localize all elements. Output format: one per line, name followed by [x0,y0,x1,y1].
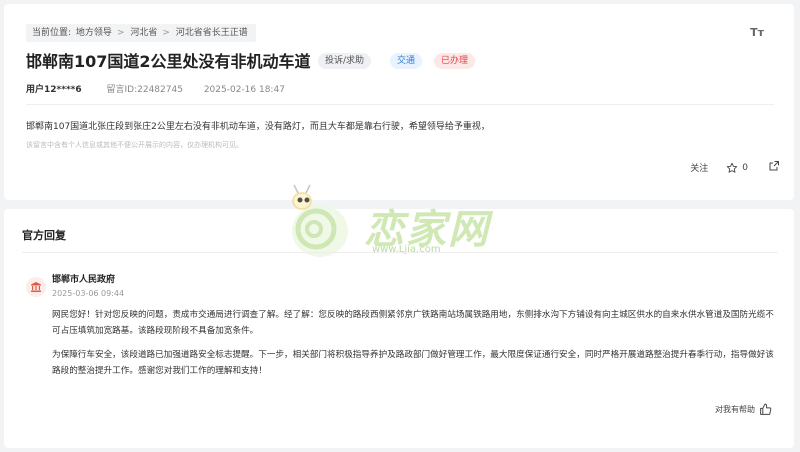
divider [22,252,778,253]
font-size-icon[interactable]: Tт [750,26,764,39]
reply-organization: 邯郸市人民政府 [52,275,116,285]
helpful-label: 对我有帮助 [715,405,755,414]
avatar [26,277,46,297]
divider [26,104,774,105]
reply-timestamp: 2025-03-06 09:44 [52,289,125,298]
share-button[interactable] [768,160,780,175]
government-icon [31,282,41,292]
message-id: 留言ID:22482745 [106,85,183,95]
post-meta: 用户12****6 留言ID:22482745 2025-02-16 18:47 [26,82,285,95]
section-title-official-reply: 官方回复 [22,229,66,242]
breadcrumb-item-governor[interactable]: 河北省省长王正谱 [176,28,248,38]
share-icon [769,161,779,171]
like-count: 0 [742,162,748,173]
breadcrumb: 当前位置: 地方领导 > 河北省 > 河北省省长王正谱 [26,24,256,42]
breadcrumb-label: 当前位置: [32,28,72,38]
privacy-notice: 该留言中含有个人信息或其他不便公开展示的内容，仅办理机构可见。 [26,141,243,149]
post-actions: 关注 0 [690,160,780,175]
reply-paragraph: 为保障行车安全，该段道路已加强道路安全标志提醒。下一步，相关部门将积极指导养护及… [52,350,774,376]
tag-type: 投诉/求助 [318,53,372,69]
like-button[interactable]: 0 [726,162,748,174]
breadcrumb-item-local-leaders[interactable]: 地方领导 [76,28,112,38]
post-user: 用户12****6 [26,85,82,95]
breadcrumb-item-hebei[interactable]: 河北省 [130,28,157,38]
watermark-url: www.Ljia.com [372,244,441,255]
breadcrumb-separator: > [162,28,170,38]
helpful-button[interactable]: 对我有帮助 [715,403,772,416]
tag-category: 交通 [390,53,423,69]
status-badge: 已办理 [434,53,476,69]
post-timestamp: 2025-02-16 18:47 [203,85,285,95]
follow-button[interactable]: 关注 [690,161,708,174]
thumbs-up-icon [760,403,772,415]
reply-paragraph: 网民您好！针对您反映的问题，责成市交通局进行调查了解。经了解：您反映的路段西侧紧… [52,310,774,336]
breadcrumb-separator: > [116,28,125,38]
star-icon [727,162,738,173]
post-content: 邯郸南107国道北张庄段到张庄2公里左右没有非机动车道，没有路灯，而且大车都是靠… [26,122,490,132]
page-title: 邯郸南107国道2公里处没有非机动车道 [26,52,311,71]
